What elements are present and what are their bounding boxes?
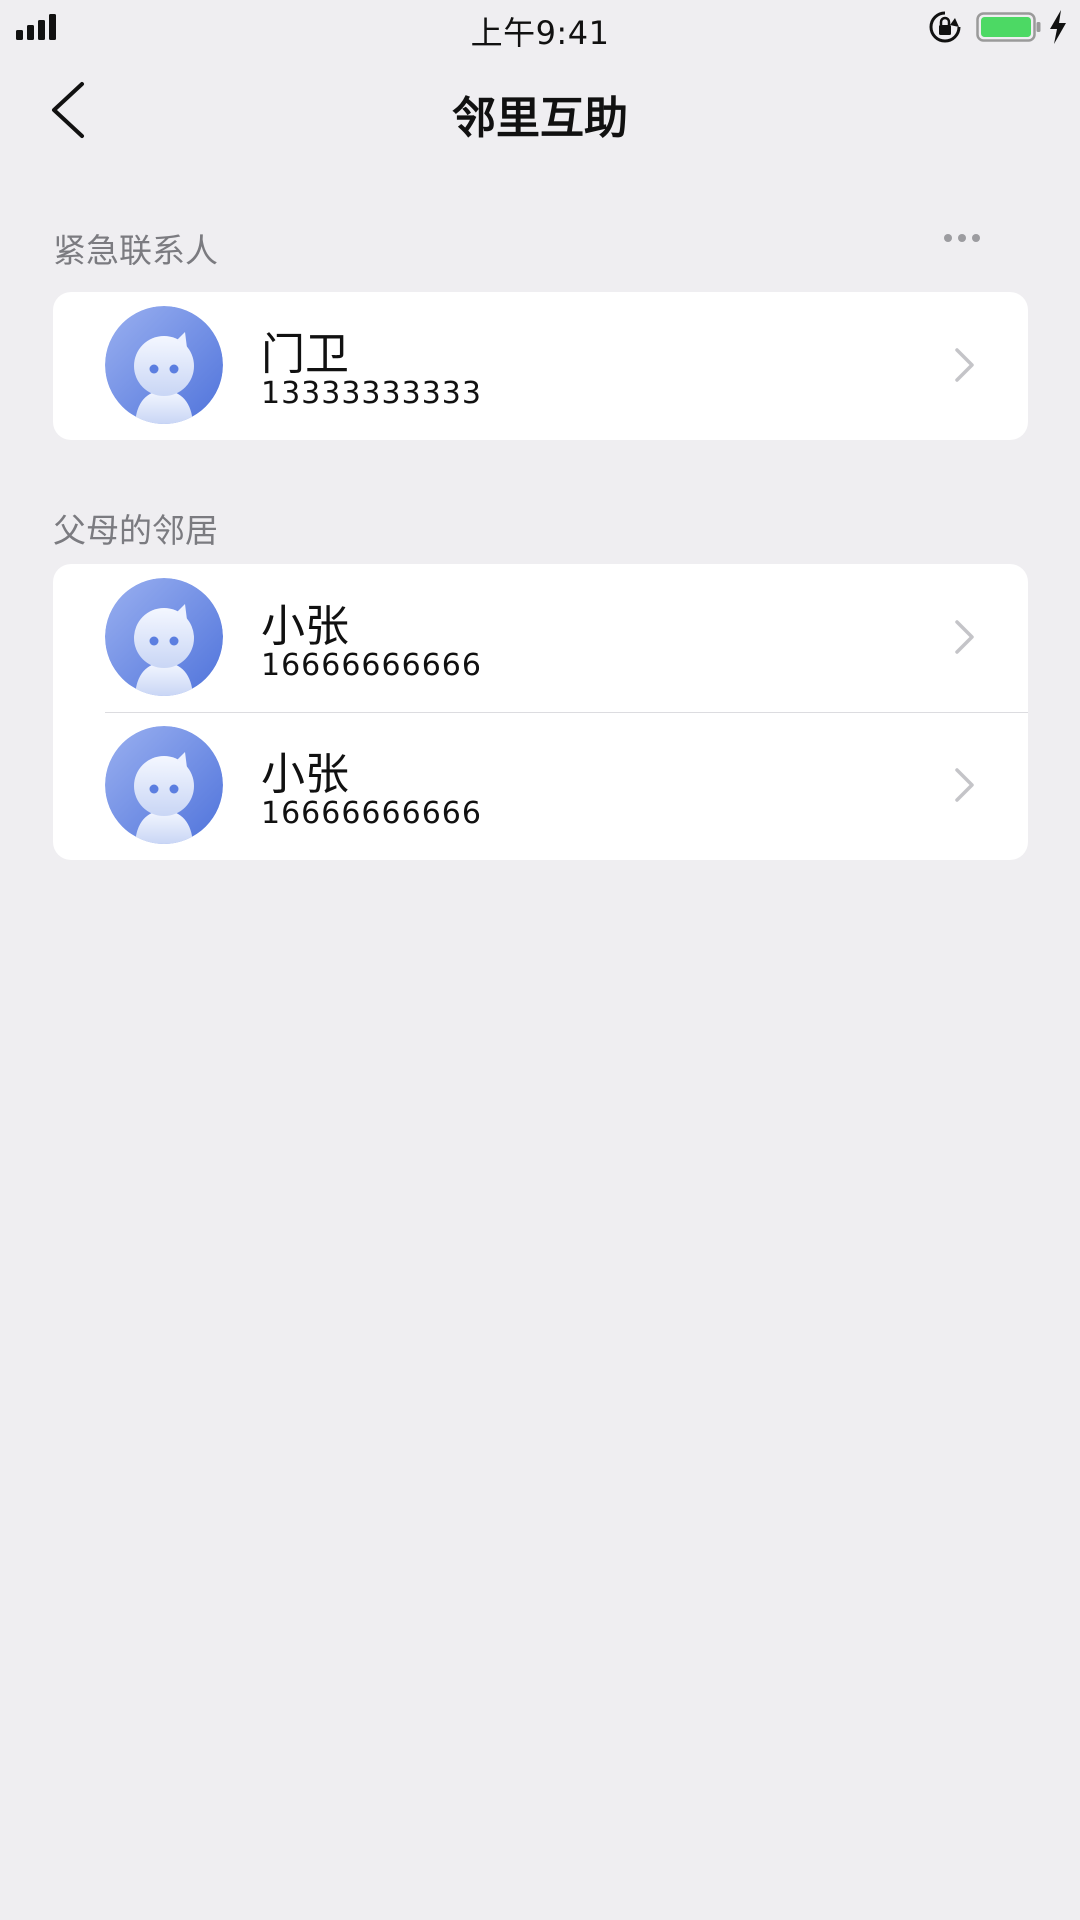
contact-name: 小张 — [261, 749, 349, 800]
list-item[interactable]: 门卫 13333333333 — [53, 292, 1028, 440]
contact-name: 门卫 — [261, 329, 349, 380]
section-title-neighbors: 父母的邻居 — [53, 511, 218, 550]
list-item[interactable]: 小张 16666666666 — [53, 564, 1028, 712]
emergency-contacts-card: 门卫 13333333333 — [53, 292, 1028, 440]
contact-phone: 13333333333 — [261, 376, 482, 411]
contact-name: 小张 — [261, 601, 349, 652]
nav-bar: 邻里互助 — [0, 60, 1080, 160]
list-item[interactable]: 小张 16666666666 — [53, 712, 1028, 860]
status-bar: 上午9:41 — [0, 0, 1080, 54]
orientation-lock-icon — [929, 11, 961, 43]
avatar — [105, 578, 223, 696]
contact-phone: 16666666666 — [261, 796, 482, 831]
more-button[interactable] — [940, 226, 984, 250]
section-title-emergency: 紧急联系人 — [53, 231, 218, 270]
contact-phone: 16666666666 — [261, 648, 482, 683]
page-title: 邻里互助 — [452, 93, 628, 144]
avatar — [105, 306, 223, 424]
status-time: 上午9:41 — [470, 14, 610, 52]
charging-bolt-icon — [1050, 10, 1066, 44]
chevron-right-icon — [955, 768, 974, 802]
chevron-right-icon — [955, 348, 974, 382]
battery-icon — [976, 12, 1041, 42]
more-dots-icon — [944, 234, 952, 242]
chevron-right-icon — [955, 620, 974, 654]
neighbors-card: 小张 16666666666 小张 16666666666 — [53, 564, 1028, 860]
avatar — [105, 726, 223, 844]
